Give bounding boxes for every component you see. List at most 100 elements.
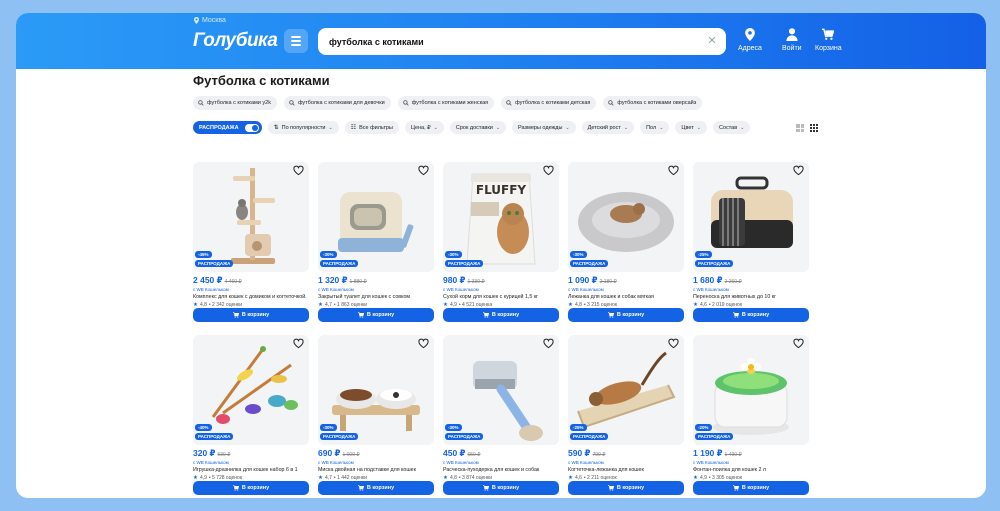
filter-kids-height[interactable]: Детский рост ⌄: [581, 121, 635, 134]
product-name[interactable]: Расческа-пуходерка для кошек и собак: [443, 467, 559, 473]
add-to-cart-button[interactable]: В корзину: [693, 308, 809, 322]
price: 980 ₽1 330 ₽: [443, 275, 559, 286]
price: 2 450 ₽4 460 ₽: [193, 275, 309, 286]
product-name[interactable]: Лежанка для кошек и собак мягкая: [568, 294, 684, 300]
filter-delivery[interactable]: Срок доставки ⌄: [449, 121, 507, 134]
suggestion-chip[interactable]: футболка с котиками y2k: [193, 96, 277, 110]
filter-composition[interactable]: Состав ⌄: [712, 121, 751, 134]
product-name[interactable]: Когтеточка-лежанка для кошек: [568, 467, 684, 473]
product-name[interactable]: Миска двойная на подставке для кошек: [318, 467, 434, 473]
grid-2-view-icon[interactable]: [796, 124, 804, 132]
suggestion-chip[interactable]: футболка с котиками оверсайз: [603, 96, 703, 110]
filter-color[interactable]: Цвет ⌄: [675, 121, 707, 134]
all-filters-button[interactable]: ☷ Все фильтры: [344, 121, 399, 134]
badges: -30% РАСПРОДАЖА: [570, 251, 609, 267]
product-image[interactable]: -20% РАСПРОДАЖА: [693, 335, 809, 445]
filter-size[interactable]: Размеры одежды ⌄: [512, 121, 576, 134]
current-price: 1 320 ₽: [318, 275, 348, 285]
product-image[interactable]: -25% РАСПРОДАЖА: [568, 335, 684, 445]
add-to-cart-button[interactable]: В корзину: [443, 308, 559, 322]
nav-addresses[interactable]: Адреса: [738, 28, 762, 52]
favorite-heart-icon[interactable]: [543, 338, 554, 349]
add-to-cart-button[interactable]: В корзину: [443, 481, 559, 495]
product-name[interactable]: Сухой корм для кошек с курицей 1,5 кг: [443, 294, 559, 300]
product-name[interactable]: Фонтан-поилка для кошек 2 л: [693, 467, 809, 473]
favorite-heart-icon[interactable]: [543, 165, 554, 176]
search-input[interactable]: [318, 28, 726, 55]
add-to-cart-button[interactable]: В корзину: [693, 481, 809, 495]
product-name[interactable]: Игрушка-дразнилка для кошек набор 6 в 1: [193, 467, 309, 473]
product-card[interactable]: -30% РАСПРОДАЖА 1 320 ₽1 880 ₽ с WB Коше…: [318, 162, 434, 322]
product-image[interactable]: -30% РАСПРОДАЖА: [318, 335, 434, 445]
old-price: 650 ₽: [467, 452, 481, 458]
city-label: Москва: [202, 17, 226, 24]
suggestion-chip[interactable]: футболка с котиками детская: [501, 96, 597, 110]
wallet-note: с WB Кошельком: [568, 460, 604, 465]
product-image[interactable]: FLUFFY -30% РАСПРОДАЖА: [443, 162, 559, 272]
suggestion-chip[interactable]: футболка с котиками для девочки: [283, 96, 391, 110]
product-card[interactable]: -25% РАСПРОДАЖА 1 680 ₽2 260 ₽ с WB Коше…: [693, 162, 809, 322]
sale-badge: РАСПРОДАЖА: [195, 260, 234, 267]
product-card[interactable]: FLUFFY -30% РАСПРОДАЖА 980 ₽1 330 ₽ с WB…: [443, 162, 559, 322]
toggle-switch[interactable]: [244, 123, 259, 132]
product-image[interactable]: -40% РАСПРОДАЖА: [193, 335, 309, 445]
menu-icon: [291, 36, 301, 38]
filter-gender[interactable]: Пол ⌄: [640, 121, 670, 134]
favorite-heart-icon[interactable]: [418, 165, 429, 176]
product-card[interactable]: -20% РАСПРОДАЖА 1 190 ₽1 490 ₽ с WB Коше…: [693, 335, 809, 495]
search-icon: [402, 100, 409, 106]
favorite-heart-icon[interactable]: [793, 338, 804, 349]
product-card[interactable]: -30% РАСПРОДАЖА 690 ₽1 000 ₽ с WB Кошель…: [318, 335, 434, 495]
product-grid: -45% РАСПРОДАЖА 2 450 ₽4 460 ₽ с WB Коше…: [193, 162, 823, 495]
nav-cart[interactable]: Корзина: [815, 28, 842, 52]
menu-button[interactable]: [284, 29, 308, 53]
price: 1 190 ₽1 490 ₽: [693, 448, 809, 459]
sale-toggle[interactable]: РАСПРОДАЖА: [193, 121, 262, 134]
product-name[interactable]: Комплекс для кошек с домиком и когтеточк…: [193, 294, 309, 300]
add-to-cart-button[interactable]: В корзину: [193, 308, 309, 322]
nav-login-label: Войти: [782, 45, 802, 52]
sale-badge: РАСПРОДАЖА: [320, 433, 359, 440]
add-to-cart-button[interactable]: В корзину: [318, 481, 434, 495]
badges: -30% РАСПРОДАЖА: [320, 424, 359, 440]
nav-login[interactable]: Войти: [782, 28, 802, 52]
discount-badge: -40%: [195, 424, 212, 431]
clear-search-icon[interactable]: ✕: [706, 35, 718, 47]
product-name[interactable]: Переноска для животных до 10 кг: [693, 294, 809, 300]
product-image[interactable]: -30% РАСПРОДАЖА: [318, 162, 434, 272]
favorite-heart-icon[interactable]: [793, 165, 804, 176]
product-card[interactable]: -30% РАСПРОДАЖА 450 ₽650 ₽ с WB Кошелько…: [443, 335, 559, 495]
favorite-heart-icon[interactable]: [293, 165, 304, 176]
grid-3-view-icon[interactable]: [810, 124, 818, 132]
product-image[interactable]: -25% РАСПРОДАЖА: [693, 162, 809, 272]
favorite-heart-icon[interactable]: [418, 338, 429, 349]
old-price: 2 180 ₽: [599, 279, 617, 285]
product-image[interactable]: -45% РАСПРОДАЖА: [193, 162, 309, 272]
wallet-note: с WB Кошельком: [568, 287, 604, 292]
add-to-cart-button[interactable]: В корзину: [568, 481, 684, 495]
filter-label: Срок доставки: [455, 124, 493, 131]
filter-label: Цвет: [681, 124, 694, 131]
city-selector[interactable]: Москва: [194, 17, 226, 24]
add-to-cart-button[interactable]: В корзину: [568, 308, 684, 322]
suggestion-chip[interactable]: футболка с котиками женская: [397, 96, 495, 110]
filter-price[interactable]: Цена, ₽ ⌄: [404, 121, 444, 134]
product-image[interactable]: -30% РАСПРОДАЖА: [568, 162, 684, 272]
wallet-note: с WB Кошельком: [193, 460, 229, 465]
product-card[interactable]: -25% РАСПРОДАЖА 590 ₽790 ₽ с WB Кошелько…: [568, 335, 684, 495]
add-to-cart-label: В корзину: [241, 312, 270, 318]
product-card[interactable]: -45% РАСПРОДАЖА 2 450 ₽4 460 ₽ с WB Коше…: [193, 162, 309, 322]
product-name[interactable]: Закрытый туалет для кошек с совком: [318, 294, 434, 300]
add-to-cart-button[interactable]: В корзину: [318, 308, 434, 322]
product-card[interactable]: -30% РАСПРОДАЖА 1 090 ₽2 180 ₽ с WB Коше…: [568, 162, 684, 322]
sort-dropdown[interactable]: ⇅ По популярности ⌄: [267, 121, 339, 134]
suggestion-label: футболка с котиками для девочки: [297, 100, 385, 106]
favorite-heart-icon[interactable]: [668, 165, 679, 176]
header: Москва Голубика ✕ Адреса Войти Корзина: [16, 13, 986, 69]
favorite-heart-icon[interactable]: [668, 338, 679, 349]
product-card[interactable]: -40% РАСПРОДАЖА 320 ₽530 ₽ с WB Кошелько…: [193, 335, 309, 495]
favorite-heart-icon[interactable]: [293, 338, 304, 349]
add-to-cart-button[interactable]: В корзину: [193, 481, 309, 495]
product-image[interactable]: -30% РАСПРОДАЖА: [443, 335, 559, 445]
logo[interactable]: Голубика: [193, 30, 278, 52]
